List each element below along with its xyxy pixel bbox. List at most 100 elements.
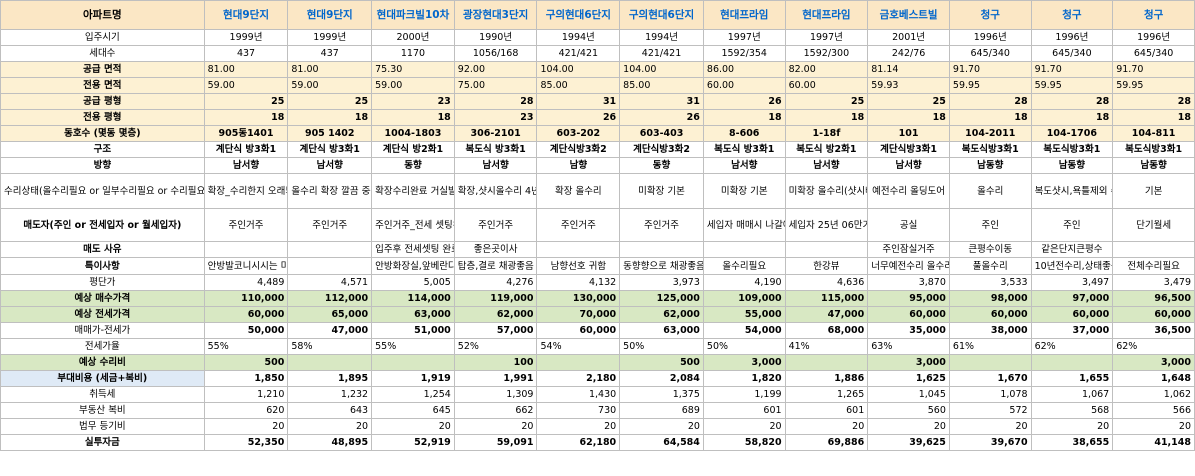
- cell-repair-status[interactable]: 미확장 기본: [702, 173, 786, 209]
- row-label[interactable]: 취득세: [0, 386, 205, 403]
- cell-exclusive-area[interactable]: 75.00: [453, 77, 538, 94]
- cell-extra-cost[interactable]: 1,648: [1112, 370, 1195, 387]
- row-label[interactable]: 매도자(주인 or 전세입자 or 월세입자): [0, 208, 205, 242]
- cell-exclusive-area[interactable]: 59.00: [203, 77, 289, 94]
- cell-households[interactable]: 645/340: [1112, 45, 1195, 62]
- cell-exclusive-area[interactable]: 85.00: [536, 77, 621, 94]
- cell-extra-cost[interactable]: 1,670: [948, 370, 1032, 387]
- cell-occupancy[interactable]: 1990년: [453, 29, 538, 46]
- cell-supply-pyeong[interactable]: 31: [619, 93, 704, 110]
- cell-price-per-pyeong[interactable]: 3,870: [867, 274, 950, 291]
- cell-repair-cost[interactable]: [371, 354, 455, 371]
- cell-direction[interactable]: 남서향: [867, 157, 950, 174]
- cell-households[interactable]: 421/421: [619, 45, 704, 62]
- cell-acq-tax[interactable]: 1,199: [702, 386, 786, 403]
- cell-exclusive-pyeong[interactable]: 18: [948, 109, 1032, 126]
- row-label[interactable]: 실투자금: [0, 434, 205, 451]
- cell-supply-pyeong[interactable]: 28: [1112, 93, 1195, 110]
- cell-direction[interactable]: 남향: [536, 157, 621, 174]
- cell-buy-price[interactable]: 125,000: [619, 290, 704, 307]
- cell-seller[interactable]: 단기월세: [1112, 208, 1195, 242]
- cell-jeonse-price[interactable]: 70,000: [536, 306, 621, 323]
- cell-unit[interactable]: 104-811: [1112, 125, 1195, 142]
- cell-occupancy[interactable]: 1996년: [1030, 29, 1114, 46]
- cell-jeonse-price[interactable]: 60,000: [948, 306, 1032, 323]
- cell-price-per-pyeong[interactable]: 4,636: [784, 274, 869, 291]
- cell-broker-fee[interactable]: 601: [702, 402, 786, 419]
- cell-households[interactable]: 645/340: [948, 45, 1032, 62]
- cell-acq-tax[interactable]: 1,265: [784, 386, 869, 403]
- cell-investment[interactable]: 62,180: [536, 434, 621, 451]
- cell-direction[interactable]: 남서향: [784, 157, 869, 174]
- cell-structure[interactable]: 복도식방3화1: [948, 141, 1032, 158]
- cell-extra-cost[interactable]: 1,655: [1030, 370, 1114, 387]
- cell-extra-cost[interactable]: 1,850: [203, 370, 289, 387]
- cell-repair-status[interactable]: 미확장 올수리(샷시빼고): [784, 173, 869, 209]
- cell-supply-pyeong[interactable]: 31: [536, 93, 621, 110]
- cell-notes[interactable]: 탑층,결로 채광좋음 붙임: [453, 257, 538, 275]
- cell-repair-status[interactable]: 예전수리 올딩도어: [867, 173, 950, 209]
- cell-gap[interactable]: 36,500: [1112, 322, 1195, 339]
- cell-extra-cost[interactable]: 1,895: [287, 370, 373, 387]
- cell-unit[interactable]: 104-2011: [948, 125, 1032, 142]
- cell-legal-fee[interactable]: 20: [371, 418, 455, 435]
- cell-exclusive-pyeong[interactable]: 18: [371, 109, 455, 126]
- cell-supply-area[interactable]: 86.00: [702, 61, 786, 78]
- cell-households[interactable]: 242/76: [867, 45, 950, 62]
- cell-supply-pyeong[interactable]: 28: [453, 93, 538, 110]
- cell-exclusive-pyeong[interactable]: 26: [619, 109, 704, 126]
- cell-direction[interactable]: 남서향: [287, 157, 373, 174]
- cell-repair-status[interactable]: 복도샷시,욕틀제외 수리: [1030, 173, 1114, 209]
- cell-supply-area[interactable]: 81.00: [203, 61, 289, 78]
- cell-households[interactable]: 437: [287, 45, 373, 62]
- cell-acq-tax[interactable]: 1,232: [287, 386, 373, 403]
- cell-structure[interactable]: 계단식방3화1: [867, 141, 950, 158]
- cell-gap[interactable]: 35,000: [867, 322, 950, 339]
- cell-notes[interactable]: [287, 257, 373, 275]
- cell-legal-fee[interactable]: 20: [867, 418, 950, 435]
- cell-occupancy[interactable]: 1996년: [948, 29, 1032, 46]
- cell-broker-fee[interactable]: 568: [1030, 402, 1114, 419]
- cell-broker-fee[interactable]: 560: [867, 402, 950, 419]
- cell-supply-area[interactable]: 92.00: [453, 61, 538, 78]
- cell-sale-reason[interactable]: [536, 241, 621, 258]
- cell-repair-cost[interactable]: [536, 354, 621, 371]
- cell-notes[interactable]: 안방화장실,앞베란다,뒷베란다 미수리: [371, 257, 455, 275]
- cell-gap[interactable]: 60,000: [536, 322, 621, 339]
- cell-exclusive-area[interactable]: 85.00: [619, 77, 704, 94]
- cell-sale-reason[interactable]: [702, 241, 786, 258]
- cell-exclusive-area[interactable]: 59.00: [287, 77, 373, 94]
- row-label[interactable]: 법무 등기비: [0, 418, 205, 435]
- row-label[interactable]: 구조: [0, 141, 205, 158]
- cell-buy-price[interactable]: 114,000: [371, 290, 455, 307]
- row-label[interactable]: 아파트명: [0, 0, 205, 30]
- cell-repair-status[interactable]: 확장_수리한지 오래되보임: [203, 173, 289, 209]
- cell-exclusive-area[interactable]: 59.95: [1112, 77, 1195, 94]
- cell-name[interactable]: 금호베스트빌: [867, 0, 950, 30]
- cell-repair-cost[interactable]: [287, 354, 373, 371]
- cell-unit[interactable]: 603-202: [536, 125, 621, 142]
- cell-seller[interactable]: 주인거주: [536, 208, 621, 242]
- cell-broker-fee[interactable]: 730: [536, 402, 621, 419]
- cell-direction[interactable]: 동향: [371, 157, 455, 174]
- row-label[interactable]: 특이사항: [0, 257, 205, 275]
- cell-repair-cost[interactable]: 3,000: [1112, 354, 1195, 371]
- cell-repair-cost[interactable]: [948, 354, 1032, 371]
- cell-direction[interactable]: 남서향: [453, 157, 538, 174]
- cell-acq-tax[interactable]: 1,062: [1112, 386, 1195, 403]
- cell-households[interactable]: 1592/354: [702, 45, 786, 62]
- cell-gap[interactable]: 57,000: [453, 322, 538, 339]
- cell-supply-area[interactable]: 104.00: [536, 61, 621, 78]
- cell-supply-area[interactable]: 91.70: [1112, 61, 1195, 78]
- cell-legal-fee[interactable]: 20: [1112, 418, 1195, 435]
- cell-jeonse-price[interactable]: 60,000: [1112, 306, 1195, 323]
- cell-direction[interactable]: 남동향: [948, 157, 1032, 174]
- cell-acq-tax[interactable]: 1,045: [867, 386, 950, 403]
- cell-name[interactable]: 청구: [1030, 0, 1114, 30]
- row-label[interactable]: 평단가: [0, 274, 205, 291]
- row-label[interactable]: 방향: [0, 157, 205, 174]
- cell-acq-tax[interactable]: 1,210: [203, 386, 289, 403]
- cell-unit[interactable]: 1004-1803: [371, 125, 455, 142]
- cell-sale-reason[interactable]: [203, 241, 289, 258]
- cell-extra-cost[interactable]: 1,625: [867, 370, 950, 387]
